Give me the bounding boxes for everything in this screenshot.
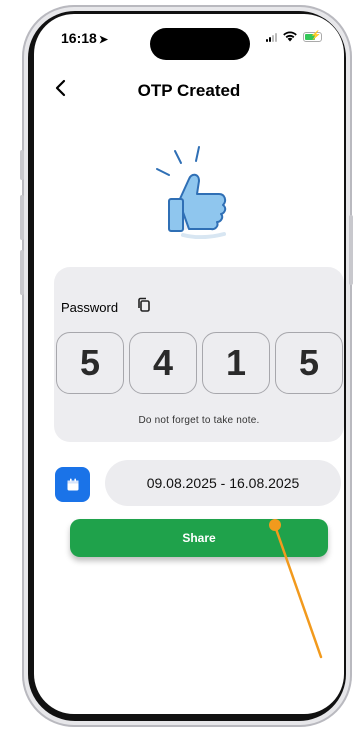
password-card: Password 5 4 1 5 Do not forget to take n… xyxy=(54,267,344,442)
signal-icon xyxy=(266,32,277,42)
wifi-icon xyxy=(283,31,297,42)
share-button[interactable]: Share xyxy=(70,519,328,557)
take-note-hint: Do not forget to take note. xyxy=(138,415,260,426)
password-label: Password xyxy=(61,300,119,315)
calendar-button[interactable] xyxy=(55,467,90,502)
otp-digits: 5 4 1 5 xyxy=(56,332,343,394)
copy-icon[interactable] xyxy=(137,297,151,313)
status-time: 16:18 ➤ xyxy=(61,30,108,46)
battery-charging-icon: ⚡ xyxy=(303,30,322,42)
otp-digit: 5 xyxy=(56,332,124,394)
otp-digit: 1 xyxy=(202,332,270,394)
status-time-text: 16:18 xyxy=(61,30,97,46)
date-range-field[interactable]: 09.08.2025 - 16.08.2025 xyxy=(105,460,341,506)
otp-digit: 5 xyxy=(275,332,343,394)
calendar-icon xyxy=(67,478,78,490)
power-button xyxy=(349,215,353,285)
status-icons: ⚡ xyxy=(266,30,322,42)
side-button xyxy=(20,150,24,180)
location-arrow-icon: ➤ xyxy=(98,34,109,46)
otp-digit: 4 xyxy=(129,332,197,394)
dynamic-island xyxy=(150,28,250,60)
page-title: OTP Created xyxy=(137,81,241,100)
screen: 16:18 ➤ ⚡ OTP Created Password 5 4 1 5 D… xyxy=(34,14,344,714)
thumbs-up-icon xyxy=(156,146,227,239)
volume-down-button xyxy=(20,250,24,295)
volume-up-button xyxy=(20,195,24,240)
